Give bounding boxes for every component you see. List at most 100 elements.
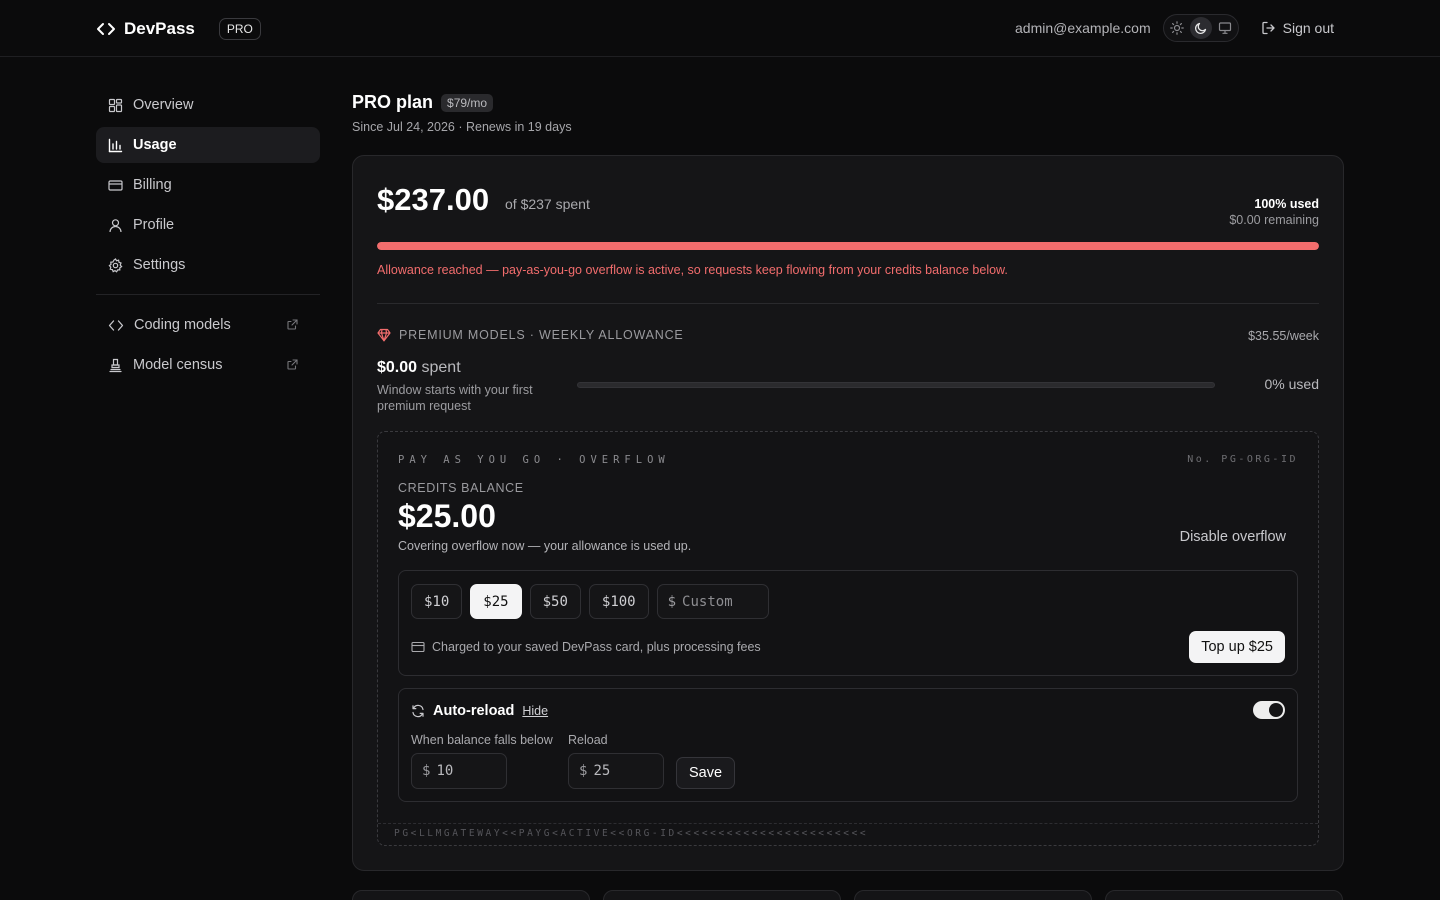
credits-balance-label: CREDITS BALANCE xyxy=(398,481,524,495)
allowance-alert: Allowance reached — pay-as-you-go overfl… xyxy=(377,263,1008,277)
external-link-icon xyxy=(287,319,298,330)
usage-card: $237.00 of $237 spent 100% used $0.00 re… xyxy=(352,155,1344,871)
monitor-icon[interactable] xyxy=(1214,17,1236,39)
used-percentage: 100% used xyxy=(1254,197,1319,211)
brand-name: DevPass xyxy=(124,19,195,38)
page-title: PRO plan xyxy=(352,92,434,112)
sidebar-item-label: Coding models xyxy=(134,317,231,333)
currency-symbol: $ xyxy=(579,763,588,779)
sign-out-icon xyxy=(1261,21,1275,35)
sidebar-item-model-census[interactable]: Model census xyxy=(96,347,320,383)
top-up-button[interactable]: Top up $25 xyxy=(1189,631,1285,663)
amount-25-button[interactable]: $25 xyxy=(470,584,522,619)
sun-icon[interactable] xyxy=(1166,17,1188,39)
credit-card-icon xyxy=(411,641,425,653)
moon-icon[interactable] xyxy=(1189,17,1212,39)
spent-amount: $237.00 xyxy=(377,182,490,217)
top-up-box: $10 $25 $50 $100 $ Custom Charged to you… xyxy=(398,570,1298,676)
premium-note: Window starts with your first premium re… xyxy=(377,383,533,413)
bar-chart-icon xyxy=(108,138,123,152)
plan-price-badge: $79/mo xyxy=(441,93,494,112)
sidebar-item-label: Profile xyxy=(133,217,175,233)
reload-input[interactable]: $ 25 xyxy=(568,753,664,789)
payg-overflow-panel: PAY AS YOU GO · OVERFLOW No. PG-ORG-ID C… xyxy=(377,431,1319,846)
auto-reload-title: Auto-reload xyxy=(433,703,515,719)
sidebar-item-label: Billing xyxy=(133,177,172,193)
sidebar-item-billing[interactable]: Billing xyxy=(96,167,320,203)
reload-value: 25 xyxy=(593,763,611,779)
payg-tag: PAY AS YOU GO · OVERFLOW xyxy=(398,454,670,466)
usage-progress-bar xyxy=(377,242,1319,250)
custom-amount-input[interactable]: $ Custom xyxy=(656,584,769,619)
plan-subtitle: Since Jul 24, 2026 · Renews in 19 days xyxy=(352,120,572,134)
user-icon xyxy=(109,218,122,232)
diamond-icon xyxy=(377,328,391,342)
card-divider xyxy=(377,303,1319,304)
sidebar-item-label: Settings xyxy=(133,257,186,273)
credit-card-icon xyxy=(108,179,123,191)
remaining-amount: $0.00 remaining xyxy=(1229,213,1319,227)
credits-note: Covering overflow now — your allowance i… xyxy=(398,539,692,553)
auto-reload-toggle[interactable] xyxy=(1253,701,1285,719)
premium-rate: $35.55/week xyxy=(1248,329,1319,343)
code-icon xyxy=(108,319,124,331)
sidebar: Overview Usage Billing Profile Settings … xyxy=(96,87,320,387)
disable-overflow-button[interactable]: Disable overflow xyxy=(1180,529,1286,545)
charged-note: Charged to your saved DevPass card, plus… xyxy=(411,640,761,654)
currency-symbol: $ xyxy=(667,593,677,610)
premium-heading: PREMIUM MODELS · WEEKLY ALLOWANCE xyxy=(377,328,684,342)
sidebar-divider xyxy=(96,294,320,295)
threshold-value: 10 xyxy=(436,763,454,779)
auto-reload-box: Auto-reload Hide When balance falls belo… xyxy=(398,688,1298,802)
premium-used: 0% used xyxy=(1264,376,1319,392)
sidebar-item-profile[interactable]: Profile xyxy=(96,207,320,243)
spent-of-label: of $237 spent xyxy=(505,196,590,212)
toggle-knob xyxy=(1269,703,1283,717)
sidebar-item-label: Model census xyxy=(133,357,223,373)
sidebar-item-label: Usage xyxy=(133,137,177,153)
summary-card xyxy=(352,890,590,900)
threshold-label: When balance falls below xyxy=(411,733,553,747)
currency-symbol: $ xyxy=(422,763,431,779)
sidebar-item-usage[interactable]: Usage xyxy=(96,127,320,163)
grid-icon xyxy=(108,98,123,112)
premium-progress-bar xyxy=(577,382,1215,388)
bottom-cards xyxy=(352,890,1344,900)
sidebar-item-coding-models[interactable]: Coding models xyxy=(96,307,320,343)
mrz-strip: PG<LLMGATEWAY<<PAYG<ACTIVE<<ORG-ID<<<<<<… xyxy=(378,823,1318,845)
premium-heading-label: PREMIUM MODELS · WEEKLY ALLOWANCE xyxy=(399,328,684,342)
sidebar-item-label: Overview xyxy=(133,97,194,113)
auto-reload-hide-link[interactable]: Hide xyxy=(522,704,548,718)
reload-label: Reload xyxy=(568,733,608,747)
custom-amount-placeholder: Custom xyxy=(682,593,733,610)
summary-card xyxy=(603,890,841,900)
amount-100-button[interactable]: $100 xyxy=(588,584,649,619)
save-button[interactable]: Save xyxy=(676,757,736,789)
sidebar-item-overview[interactable]: Overview xyxy=(96,87,320,123)
amount-50-button[interactable]: $50 xyxy=(529,584,581,619)
census-icon xyxy=(109,358,122,372)
refresh-icon xyxy=(412,704,424,718)
credits-balance-amount: $25.00 xyxy=(398,498,496,534)
top-header: DevPass PRO admin@example.com Sign out xyxy=(0,0,1440,57)
summary-card xyxy=(1105,890,1343,900)
brand[interactable]: DevPass PRO xyxy=(96,18,261,40)
usage-progress-fill xyxy=(377,242,1319,250)
sidebar-item-settings[interactable]: Settings xyxy=(96,247,320,283)
payg-number: No. PG-ORG-ID xyxy=(1187,454,1298,465)
sign-out-label: Sign out xyxy=(1282,20,1334,36)
premium-spent-value: $0.00 xyxy=(377,359,418,376)
main-content: PRO plan $79/mo Since Jul 24, 2026 · Ren… xyxy=(352,92,1344,871)
theme-toggle xyxy=(1162,14,1239,42)
amount-10-button[interactable]: $10 xyxy=(411,584,463,619)
code-logo-icon xyxy=(97,23,115,35)
user-email: admin@example.com xyxy=(1015,20,1151,36)
plan-badge: PRO xyxy=(218,18,261,40)
mrz-code: PG<LLMGATEWAY<<PAYG<ACTIVE<<ORG-ID<<<<<<… xyxy=(394,828,869,839)
threshold-input[interactable]: $ 10 xyxy=(411,753,507,789)
gear-icon xyxy=(108,257,123,273)
premium-spent-suffix: spent xyxy=(421,359,461,376)
sign-out-button[interactable]: Sign out xyxy=(1261,20,1334,36)
summary-card xyxy=(854,890,1092,900)
external-link-icon xyxy=(287,359,298,370)
